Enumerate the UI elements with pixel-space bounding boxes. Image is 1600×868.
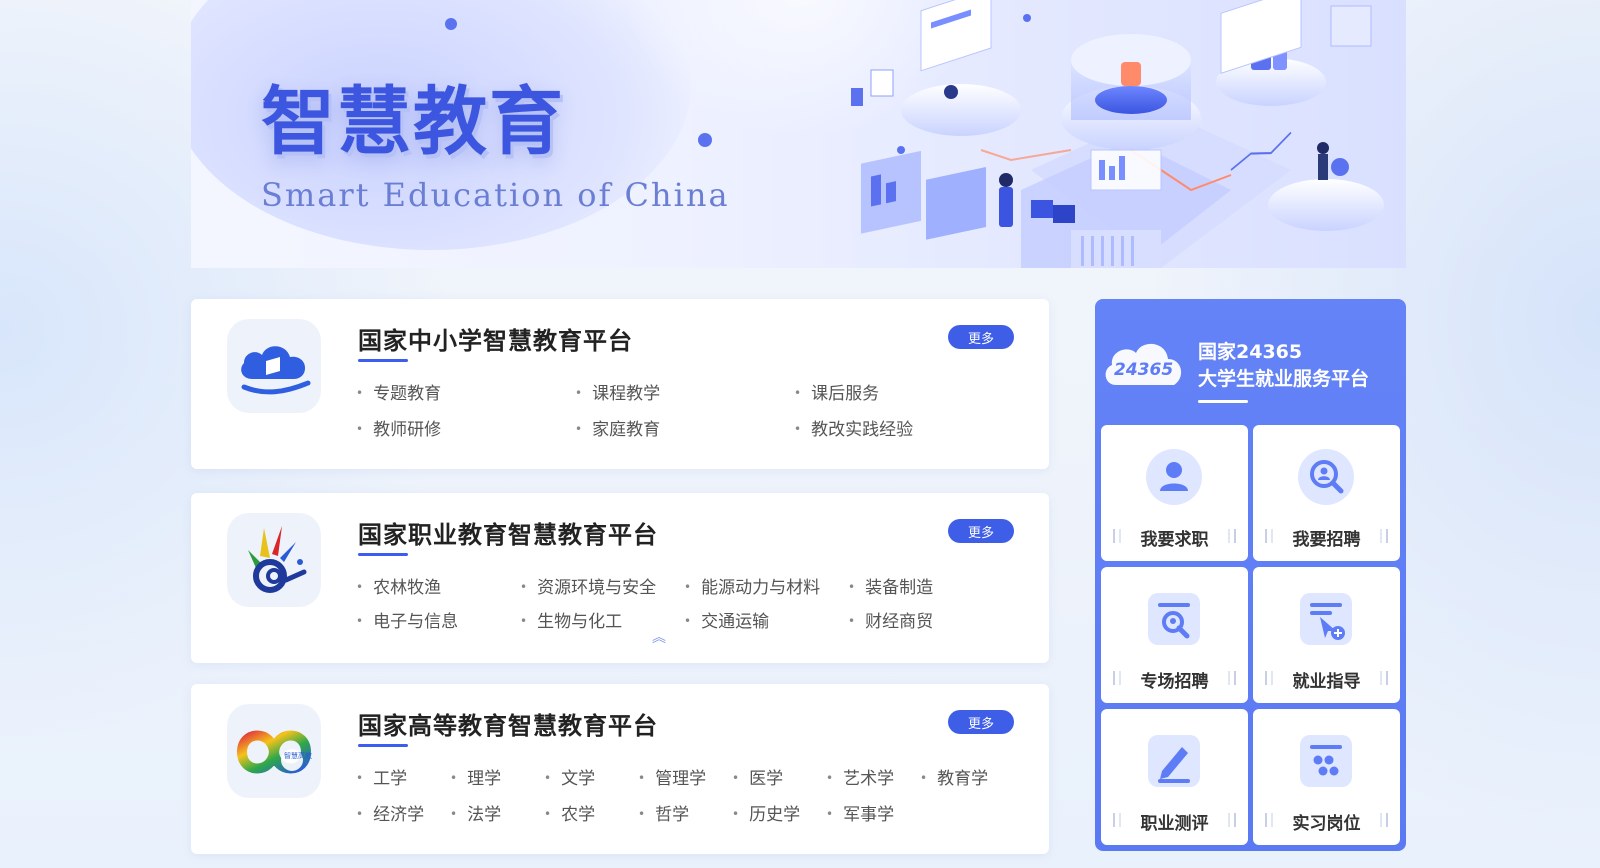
- tile-job-seek[interactable]: 我要求职: [1101, 425, 1248, 561]
- category-link[interactable]: 课程教学: [575, 379, 660, 404]
- title-underline: [1198, 400, 1248, 403]
- panel-title[interactable]: 国家24365 大学生就业服务平台: [1198, 339, 1369, 393]
- chevron-up-icon[interactable]: ︽: [652, 631, 666, 645]
- cloud-24365-icon: 24365: [1105, 343, 1182, 385]
- category-link[interactable]: 电子与信息: [356, 607, 458, 632]
- category-link[interactable]: 法学: [450, 800, 501, 825]
- category-link[interactable]: 理学: [450, 764, 501, 789]
- more-button[interactable]: 更多: [948, 710, 1014, 734]
- category-link[interactable]: 装备制造: [848, 573, 933, 598]
- category-link[interactable]: 家庭教育: [575, 415, 660, 440]
- category-link[interactable]: 能源动力与材料: [684, 573, 820, 598]
- divider: [1234, 813, 1236, 827]
- divider: [1380, 813, 1382, 827]
- hero-banner: 智慧教育 Smart Education of China: [191, 0, 1406, 268]
- logo-text: 智慧高教: [284, 751, 312, 760]
- title-underline: [358, 744, 408, 747]
- panel-title-line1: 国家24365: [1198, 341, 1303, 363]
- banner-dot: [445, 18, 457, 30]
- tile-career-test[interactable]: 职业测评: [1101, 709, 1248, 845]
- guidance-cursor-icon: [1300, 593, 1352, 645]
- category-link[interactable]: 教师研修: [356, 415, 441, 440]
- platform-title[interactable]: 国家中小学智慧教育平台: [358, 321, 633, 356]
- category-link[interactable]: 教改实践经验: [794, 415, 913, 440]
- person-icon: [1146, 449, 1202, 505]
- banner-subtitle: Smart Education of China: [261, 176, 730, 214]
- category-link[interactable]: 历史学: [732, 800, 800, 825]
- platform-card-primary: 国家中小学智慧教育平台 更多 专题教育 课程教学 课后服务 教师研修 家庭教育 …: [191, 299, 1049, 469]
- special-recruit-icon: [1148, 593, 1200, 645]
- category-link[interactable]: 农学: [544, 800, 595, 825]
- category-link[interactable]: 财经商贸: [848, 607, 933, 632]
- category-link[interactable]: 经济学: [356, 800, 424, 825]
- tile-label: 职业测评: [1140, 814, 1209, 834]
- category-link[interactable]: 资源环境与安全: [520, 573, 656, 598]
- tile-recruit[interactable]: 我要招聘: [1253, 425, 1400, 561]
- category-link[interactable]: 工学: [356, 764, 407, 789]
- platform-card-higher: 智慧高教 国家高等教育智慧教育平台 更多 工学 理学 文学 管理学 医学 艺术学…: [191, 684, 1049, 854]
- banner-title: 智慧教育: [261, 79, 565, 165]
- more-button[interactable]: 更多: [948, 325, 1014, 349]
- category-link[interactable]: 管理学: [638, 764, 706, 789]
- category-link[interactable]: 哲学: [638, 800, 689, 825]
- colorful-hand-icon[interactable]: [227, 513, 321, 607]
- cloud-book-icon[interactable]: [227, 319, 321, 413]
- infinity-rainbow-icon[interactable]: 智慧高教: [227, 704, 321, 798]
- tile-guidance[interactable]: 就业指导: [1253, 567, 1400, 703]
- divider: [1228, 671, 1230, 685]
- divider: [1234, 671, 1236, 685]
- tile-label: 我要求职: [1140, 530, 1209, 550]
- platform-title[interactable]: 国家职业教育智慧教育平台: [358, 515, 658, 550]
- divider: [1228, 813, 1230, 827]
- category-link[interactable]: 军事学: [826, 800, 894, 825]
- divider: [1386, 813, 1388, 827]
- category-link[interactable]: 生物与化工: [520, 607, 622, 632]
- pen-icon: [1148, 735, 1200, 787]
- more-button[interactable]: 更多: [948, 519, 1014, 543]
- divider: [1386, 671, 1388, 685]
- category-link[interactable]: 艺术学: [826, 764, 894, 789]
- title-underline: [358, 553, 408, 556]
- smart-campus-illustration: [851, 0, 1384, 268]
- tile-internship[interactable]: 实习岗位: [1253, 709, 1400, 845]
- tile-label: 我要招聘: [1292, 530, 1361, 550]
- internship-dots-icon: [1300, 735, 1352, 787]
- platform-card-vocational: 国家职业教育智慧教育平台 更多 农林牧渔 资源环境与安全 能源动力与材料 装备制…: [191, 493, 1049, 663]
- employment-panel: 24365 国家24365 大学生就业服务平台 我要求职 我要招聘 专场招聘 就…: [1095, 299, 1406, 851]
- search-person-icon: [1298, 449, 1354, 505]
- title-underline: [358, 359, 408, 362]
- category-link[interactable]: 课后服务: [794, 379, 879, 404]
- category-link[interactable]: 交通运输: [684, 607, 769, 632]
- tile-label: 实习岗位: [1292, 814, 1361, 834]
- tile-label: 就业指导: [1292, 672, 1361, 692]
- category-link[interactable]: 教育学: [920, 764, 988, 789]
- banner-dot: [698, 133, 712, 147]
- divider: [1380, 529, 1382, 543]
- divider: [1386, 529, 1388, 543]
- divider: [1234, 529, 1236, 543]
- platform-title[interactable]: 国家高等教育智慧教育平台: [358, 706, 658, 741]
- category-link[interactable]: 专题教育: [356, 379, 441, 404]
- category-link[interactable]: 文学: [544, 764, 595, 789]
- category-link[interactable]: 农林牧渔: [356, 573, 441, 598]
- panel-title-line2: 大学生就业服务平台: [1198, 368, 1370, 390]
- category-link[interactable]: 医学: [732, 764, 783, 789]
- divider: [1228, 529, 1230, 543]
- divider: [1380, 671, 1382, 685]
- tile-special-recruit[interactable]: 专场招聘: [1101, 567, 1248, 703]
- tile-label: 专场招聘: [1140, 672, 1209, 692]
- cloud-text: 24365: [1114, 360, 1173, 380]
